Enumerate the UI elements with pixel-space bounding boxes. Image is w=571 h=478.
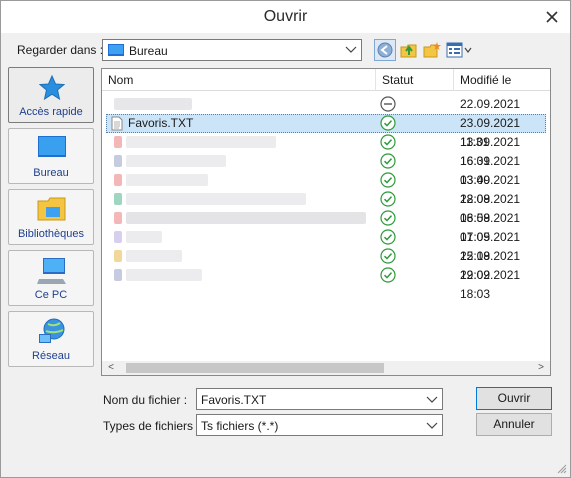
scroll-left-icon[interactable]: < — [104, 361, 118, 375]
obscured-file-icon — [114, 231, 122, 243]
look-in-label: Regarder dans : — [17, 43, 104, 57]
column-status[interactable]: Statut — [376, 69, 454, 91]
file-type-value: Ts fichiers (*.*) — [201, 419, 279, 433]
new-folder-button[interactable] — [421, 39, 443, 61]
file-name-field[interactable]: Favoris.TXT — [196, 388, 443, 410]
scrollbar-thumb[interactable] — [126, 363, 384, 373]
status-synced-icon — [380, 172, 396, 188]
file-row[interactable]: 03.09.2021 18:08 — [102, 171, 550, 206]
column-modified[interactable]: Modifié le — [454, 69, 550, 91]
star-icon — [38, 74, 66, 101]
file-name-value: Favoris.TXT — [201, 393, 267, 407]
file-name-label: Nom du fichier : — [103, 393, 188, 407]
open-file-dialog: Ouvrir Regarder dans : Bureau Accès rapi… — [0, 0, 571, 478]
obscured-file-icon — [114, 269, 122, 281]
obscured-file-name — [126, 193, 306, 205]
obscured-file-name — [126, 212, 366, 224]
file-row[interactable]: 22.09.2021 18:58 — [102, 190, 550, 225]
status-synced-icon — [380, 210, 396, 226]
back-icon — [377, 42, 393, 58]
up-folder-icon — [400, 44, 417, 58]
computer-icon — [37, 258, 66, 284]
file-row[interactable]: 01.09.2021 15:18 — [102, 228, 550, 263]
places-bar: Accès rapide Bureau Bibliothèques Ce PC … — [7, 67, 95, 369]
scroll-right-icon[interactable]: > — [534, 361, 548, 375]
close-button[interactable] — [540, 5, 564, 29]
obscured-file-name — [126, 269, 202, 281]
file-row[interactable]: 13.09.2021 16:31 — [102, 133, 550, 168]
obscured-file-name — [126, 231, 162, 243]
close-icon — [546, 11, 558, 23]
network-icon — [39, 318, 65, 343]
look-in-combo[interactable]: Bureau — [102, 39, 362, 61]
cancel-button[interactable]: Annuler — [476, 413, 552, 436]
status-synced-icon — [380, 115, 396, 131]
status-unavailable-icon — [380, 96, 396, 112]
place-quick-access[interactable]: Accès rapide — [8, 67, 94, 123]
obscured-file-icon — [114, 212, 122, 224]
file-type-label: Types de fichiers : — [103, 419, 200, 433]
place-libraries[interactable]: Bibliothèques — [8, 189, 94, 245]
up-folder-button[interactable] — [398, 39, 420, 61]
chevron-down-icon — [345, 46, 357, 53]
look-in-value: Bureau — [129, 44, 168, 58]
view-menu-icon — [446, 42, 472, 58]
place-network[interactable]: Réseau — [8, 311, 94, 367]
file-list-header: Nom Statut Modifié le — [102, 69, 550, 91]
desktop-folder-icon — [108, 44, 124, 56]
obscured-file-icon — [114, 155, 122, 167]
chevron-down-icon — [426, 396, 438, 403]
place-this-pc[interactable]: Ce PC — [8, 250, 94, 306]
file-row[interactable]: 22.09.2021 19:02 — [102, 247, 550, 282]
status-synced-icon — [380, 134, 396, 150]
dialog-title: Ouvrir — [263, 8, 308, 25]
chevron-down-icon — [426, 422, 438, 429]
obscured-file-name — [126, 250, 182, 262]
status-synced-icon — [380, 191, 396, 207]
obscured-file-icon — [114, 174, 122, 186]
libraries-icon — [37, 197, 66, 221]
open-button[interactable]: Ouvrir — [476, 387, 552, 410]
obscured-file-name — [114, 98, 192, 110]
horizontal-scrollbar[interactable]: < > — [102, 361, 550, 375]
file-list[interactable]: Nom Statut Modifié le 22.09.2021 10:03 F… — [101, 68, 551, 376]
status-synced-icon — [380, 248, 396, 264]
file-type-select[interactable]: Ts fichiers (*.*) — [196, 414, 443, 436]
status-synced-icon — [380, 229, 396, 245]
file-row[interactable]: 16.09.2021 13:40 — [102, 152, 550, 187]
obscured-file-name — [126, 136, 276, 148]
desktop-icon — [38, 136, 66, 157]
resize-grip-icon[interactable] — [557, 464, 567, 474]
place-desktop[interactable]: Bureau — [8, 128, 94, 184]
file-row[interactable]: 22.09.2021 18:03 — [102, 266, 550, 301]
status-synced-icon — [380, 153, 396, 169]
file-date: 22.09.2021 18:03 — [460, 268, 521, 301]
status-synced-icon — [380, 267, 396, 283]
view-menu-button[interactable] — [445, 39, 473, 61]
obscured-file-icon — [114, 250, 122, 262]
text-file-icon — [111, 116, 123, 131]
obscured-file-name — [126, 174, 208, 186]
obscured-file-name — [126, 155, 226, 167]
file-name: Favoris.TXT — [128, 116, 194, 130]
file-row[interactable]: 22.09.2021 10:03 — [102, 95, 550, 130]
back-button[interactable] — [374, 39, 396, 61]
column-name[interactable]: Nom — [102, 69, 376, 91]
file-row[interactable]: 06.09.2021 17:05 — [102, 209, 550, 244]
obscured-file-icon — [114, 136, 122, 148]
file-row-selected[interactable]: Favoris.TXT 23.09.2021 11:31 — [102, 114, 550, 149]
obscured-file-icon — [114, 193, 122, 205]
new-folder-icon — [423, 42, 441, 58]
title-bar: Ouvrir — [1, 1, 570, 33]
